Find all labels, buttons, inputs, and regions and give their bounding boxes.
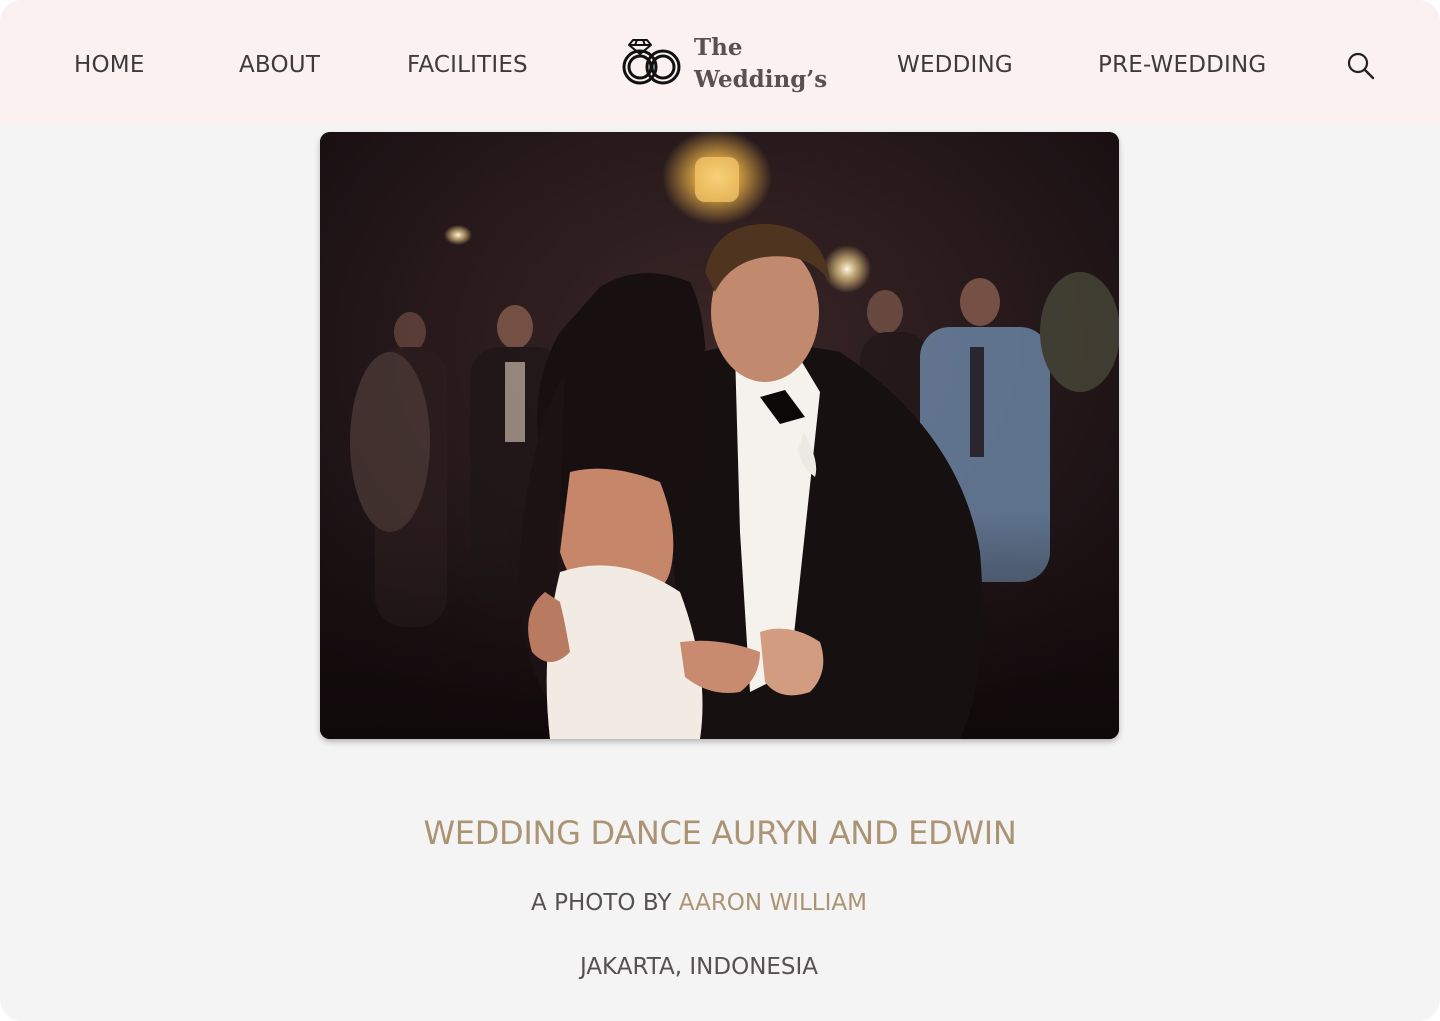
wedding-dance-photo-image [320,132,1119,739]
nav-pre-wedding-link[interactable]: PRE-WEDDING [1098,50,1266,80]
photo-location: JAKARTA, INDONESIA [579,954,819,980]
search-icon [1347,52,1375,80]
nav-home-link[interactable]: HOME [74,50,145,80]
brand-name-line1: The [694,34,743,61]
photographer-link[interactable]: AARON WILLIAM [679,890,867,916]
wedding-photo [320,132,1119,739]
brand-name: The Wedding’s [694,32,827,96]
photo-credit-prefix: A PHOTO BY [531,890,672,916]
photo-title: WEDDING DANCE AURYN AND EDWIN [423,814,1017,852]
wedding-rings-icon [622,39,681,85]
page-frame: HOME ABOUT FACILITIES The Wedding’s WEDD… [0,0,1440,1021]
brand-name-line2: Wedding’s [694,66,828,93]
brand-logo[interactable]: The Wedding’s [620,32,827,96]
nav-facilities-link[interactable]: FACILITIES [407,50,528,80]
photo-credit: A PHOTO BY AARON WILLIAM [0,888,1398,918]
search-button[interactable] [1345,50,1377,82]
top-navbar: HOME ABOUT FACILITIES The Wedding’s WEDD… [0,0,1440,124]
nav-about-link[interactable]: ABOUT [239,50,320,80]
nav-wedding-link[interactable]: WEDDING [897,50,1013,80]
